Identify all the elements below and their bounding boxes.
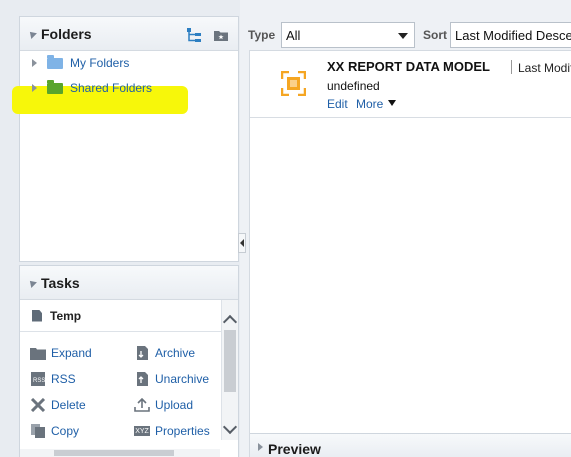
tasks-panel: Tasks Temp Expand Archive RSS RSS Unarch… — [19, 265, 239, 457]
task-copy[interactable]: Copy — [30, 424, 79, 438]
task-label[interactable]: Unarchive — [155, 372, 209, 386]
catalog-toolbar: Type All Sort Last Modified Descending — [246, 20, 571, 50]
type-select[interactable]: All — [281, 22, 415, 48]
scroll-thumb[interactable] — [224, 330, 236, 392]
sort-label: Sort — [423, 28, 447, 42]
collapse-icon[interactable] — [27, 29, 37, 39]
unarchive-icon — [137, 372, 148, 386]
folders-title: Folders — [41, 26, 92, 42]
tasks-title: Tasks — [41, 275, 80, 291]
delete-icon — [30, 398, 46, 412]
properties-icon: XYZ — [134, 426, 150, 436]
expand-arrow-icon[interactable] — [32, 59, 37, 67]
folders-panel: Folders My Folders Shared Folders — [12, 16, 239, 262]
type-select-value: All — [286, 27, 301, 43]
tasks-horizontal-scrollbar[interactable] — [20, 449, 220, 457]
archive-icon — [137, 346, 148, 360]
last-modified-label: Last Modified — [518, 61, 571, 75]
task-label[interactable]: RSS — [51, 372, 76, 386]
dropdown-arrow-icon[interactable] — [398, 33, 408, 39]
task-label[interactable]: Delete — [51, 398, 86, 412]
folder-icon — [30, 348, 46, 360]
task-label[interactable]: Properties — [155, 424, 210, 438]
task-label[interactable]: Upload — [155, 398, 193, 412]
scroll-up-icon[interactable] — [222, 314, 238, 330]
scroll-down-icon[interactable] — [222, 419, 238, 435]
left-column: Folders My Folders Shared Folders Tasks … — [0, 0, 240, 457]
catalog-item[interactable]: XX REPORT DATA MODEL Last Modified undef… — [250, 51, 571, 118]
task-delete[interactable]: Delete — [30, 398, 86, 412]
edit-link[interactable]: Edit — [327, 97, 348, 111]
folder-icon — [47, 54, 63, 69]
sort-select-value: Last Modified Descending — [455, 27, 571, 43]
scroll-thumb[interactable] — [54, 450, 174, 456]
task-label[interactable]: Expand — [51, 346, 92, 360]
item-name[interactable]: XX REPORT DATA MODEL — [327, 59, 490, 74]
expand-arrow-icon[interactable] — [258, 443, 263, 451]
task-label[interactable]: Copy — [51, 424, 79, 438]
copy-icon — [31, 424, 45, 438]
pane-splitter-collapse-icon[interactable] — [238, 233, 246, 253]
preview-title: Preview — [268, 441, 321, 457]
tree-item-my-folders[interactable]: My Folders — [20, 53, 129, 73]
collapse-icon[interactable] — [27, 278, 37, 288]
tree-item-shared-folders[interactable]: Shared Folders — [20, 78, 152, 98]
expand-arrow-icon[interactable] — [32, 84, 37, 92]
tasks-vertical-scrollbar[interactable] — [221, 300, 238, 440]
type-label: Type — [248, 28, 276, 42]
new-folder-icon[interactable] — [213, 27, 229, 43]
tree-item-label[interactable]: Shared Folders — [70, 81, 152, 95]
more-link[interactable]: More — [356, 97, 383, 111]
svg-text:RSS: RSS — [33, 378, 45, 384]
rss-icon: RSS — [31, 372, 45, 386]
task-rss[interactable]: RSS RSS — [30, 372, 76, 386]
task-label[interactable]: Archive — [155, 346, 195, 360]
tree-item-label[interactable]: My Folders — [70, 56, 129, 70]
task-properties[interactable]: XYZ Properties — [134, 424, 210, 438]
folder-icon — [47, 79, 63, 94]
task-upload[interactable]: Upload — [134, 398, 193, 412]
preview-panel-header[interactable]: Preview — [250, 433, 571, 457]
selected-item-title: Temp — [20, 300, 238, 332]
separator — [511, 60, 512, 74]
expand-all-icon[interactable] — [186, 27, 202, 43]
document-icon — [32, 309, 42, 322]
folders-panel-header[interactable]: Folders — [20, 17, 238, 51]
caret-down-icon[interactable] — [388, 100, 396, 106]
data-model-icon — [281, 71, 306, 96]
item-description: undefined — [327, 79, 380, 93]
tasks-panel-header[interactable]: Tasks — [20, 266, 238, 300]
task-unarchive[interactable]: Unarchive — [134, 372, 209, 386]
upload-icon — [134, 398, 150, 412]
sort-select[interactable]: Last Modified Descending — [450, 22, 571, 48]
catalog-content: XX REPORT DATA MODEL Last Modified undef… — [249, 50, 571, 457]
selected-item-label: Temp — [50, 308, 82, 323]
task-expand[interactable]: Expand — [30, 346, 92, 360]
task-archive[interactable]: Archive — [134, 346, 195, 360]
